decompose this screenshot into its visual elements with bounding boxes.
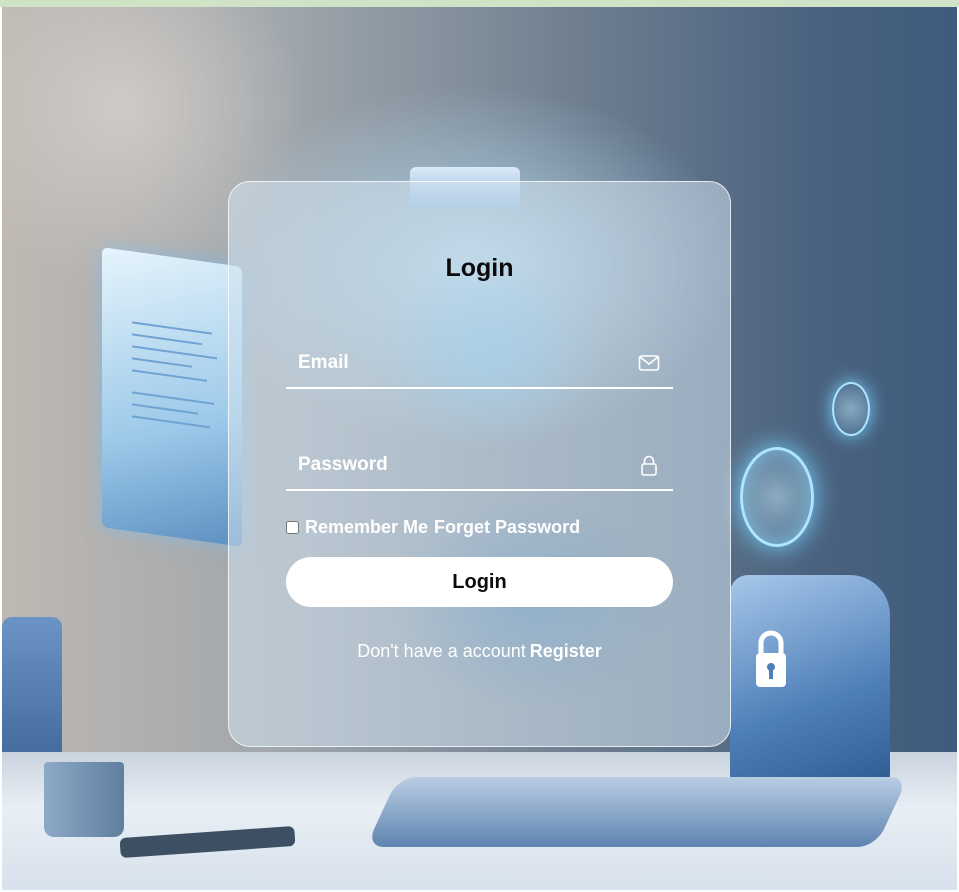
email-field [286,339,673,389]
login-card: Login Remember Me Forget Password Login … [228,181,731,747]
forget-password-link[interactable]: Forget Password [434,517,580,538]
lock-icon [641,455,657,476]
background-laptop-base [365,777,909,847]
password-field [286,441,673,491]
padlock-icon [756,630,786,687]
mail-icon [638,355,660,371]
remember-row: Remember Me Forget Password [286,515,580,539]
login-button[interactable]: Login [286,557,673,607]
remember-me-checkbox[interactable] [286,520,299,534]
register-row: Don't have a account Register [229,641,730,662]
fingerprint-icon [740,447,814,547]
email-input[interactable] [286,339,626,387]
register-link[interactable]: Register [530,641,602,661]
password-input[interactable] [286,441,626,489]
no-account-text: Don't have a account [357,641,526,661]
background-pen-cup [44,762,124,837]
window-top-strip [0,0,959,7]
login-title: Login [445,254,514,282]
remember-me-label[interactable]: Remember Me [305,517,428,538]
background-document-screen [102,247,242,547]
fingerprint-small-icon [832,382,870,436]
